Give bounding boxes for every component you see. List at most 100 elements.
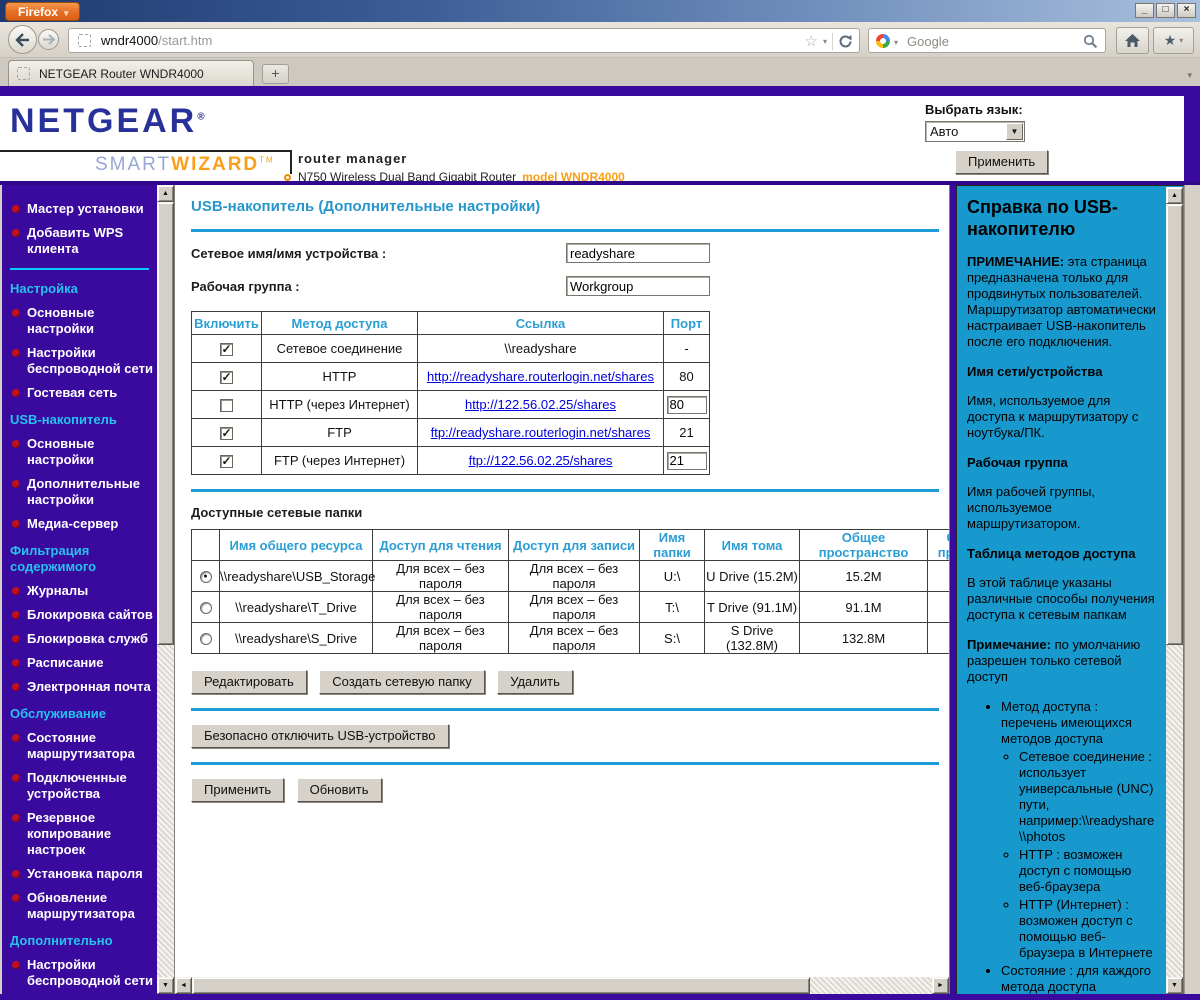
sidebar-item-attached-devices[interactable]: Подключенные устройства	[10, 770, 153, 802]
delete-button[interactable]: Удалить	[497, 670, 573, 694]
folder-radio[interactable]	[199, 602, 212, 615]
enable-checkbox[interactable]	[220, 399, 233, 413]
scrollbar-thumb[interactable]	[1166, 204, 1183, 645]
scrollbar-thumb[interactable]	[157, 202, 174, 645]
port-input[interactable]	[666, 395, 707, 414]
reload-icon[interactable]	[838, 34, 853, 49]
list-all-tabs-icon[interactable]: ▾	[1187, 70, 1192, 81]
col-folder-name: Имя папки	[639, 529, 705, 561]
scrollbar-track[interactable]	[157, 645, 174, 977]
sidebar-item-usb-advanced-settings[interactable]: Дополнительные настройки	[10, 476, 153, 508]
scrollbar-thumb[interactable]	[192, 977, 810, 994]
folder-radio[interactable]: ●	[199, 571, 212, 584]
sidebar-item-router-upgrade[interactable]: Обновление маршрутизатора	[10, 890, 153, 922]
minimize-button[interactable]: _	[1135, 3, 1154, 18]
scroll-right-button[interactable]: ►	[932, 977, 949, 994]
sidebar-item-schedule[interactable]: Расписание	[10, 655, 153, 671]
forward-button[interactable]	[38, 29, 59, 50]
port-input[interactable]	[666, 451, 707, 470]
bookmarks-star-icon: ★	[1163, 32, 1177, 48]
url-text[interactable]: wndr4000/start.htm	[101, 33, 212, 48]
back-button[interactable]	[8, 25, 37, 54]
home-button[interactable]	[1116, 27, 1149, 54]
sidebar-item-media-server[interactable]: Медиа-сервер	[10, 516, 153, 532]
scroll-down-button[interactable]: ▼	[1166, 977, 1183, 994]
folder-radio[interactable]	[199, 633, 212, 646]
folder-cell: S:\	[639, 622, 705, 654]
form-actions: Применить Обновить	[191, 778, 949, 802]
help-scrollbar[interactable]: ▲ ▼	[1166, 187, 1183, 994]
maximize-button[interactable]: □	[1156, 3, 1175, 18]
bookmark-star-icon[interactable]: ☆	[805, 32, 818, 50]
port-cell: 80	[663, 362, 710, 391]
scrollbar-track[interactable]	[1166, 645, 1183, 977]
edit-button[interactable]: Редактировать	[191, 670, 307, 694]
close-button[interactable]: ×	[1177, 3, 1196, 18]
enable-checkbox[interactable]: ✓	[220, 343, 233, 357]
search-bar[interactable]: ▾ Google	[868, 28, 1106, 53]
sidebar-item-email[interactable]: Электронная почта	[10, 679, 153, 695]
workgroup-input[interactable]	[566, 276, 710, 296]
sidebar-item-logs[interactable]: Журналы	[10, 583, 153, 599]
scroll-up-button[interactable]: ▲	[157, 185, 174, 202]
share-link[interactable]: http://122.56.02.25/shares	[465, 397, 616, 412]
sidebar-item-add-wps-client[interactable]: Добавить WPS клиента	[10, 225, 153, 257]
language-apply-button[interactable]: Применить	[955, 150, 1049, 174]
scrollbar-track[interactable]	[810, 977, 932, 994]
sidebar-item-usb-basic-settings[interactable]: Основные настройки	[10, 436, 153, 468]
sidebar-item-block-sites[interactable]: Блокировка сайтов	[10, 607, 153, 623]
method-cell: HTTP (через Интернет)	[261, 390, 418, 419]
sidebar-item-backup-settings[interactable]: Резервное копирование настроек	[10, 810, 153, 858]
share-cell: \\readyshare\USB_Storage	[219, 560, 375, 592]
red-bullet-icon	[12, 683, 20, 691]
help-text-access-table: В этой таблице указаны различные способы…	[967, 575, 1155, 622]
sidebar-item-guest-network[interactable]: Гостевая сеть	[10, 385, 153, 401]
red-bullet-icon	[12, 734, 20, 742]
sidebar-item-basic-settings[interactable]: Основные настройки	[10, 305, 153, 337]
device-name-input[interactable]	[566, 243, 710, 263]
share-link[interactable]: ftp://122.56.02.25/shares	[469, 453, 613, 468]
scroll-left-button[interactable]: ◄	[175, 977, 192, 994]
select-arrow-icon[interactable]: ▼	[1006, 123, 1023, 140]
search-icon[interactable]	[1083, 34, 1098, 49]
read-cell: Для всех – без пароля	[372, 622, 509, 654]
new-tab-button[interactable]: +	[262, 64, 289, 84]
tab-title: NETGEAR Router WNDR4000	[39, 67, 204, 81]
sidebar-scrollbar[interactable]: ▲ ▼	[157, 185, 174, 994]
scroll-up-button[interactable]: ▲	[1166, 187, 1183, 204]
logo-rule-horizontal	[0, 150, 292, 152]
create-folder-button[interactable]: Создать сетевую папку	[319, 670, 485, 694]
google-engine-icon[interactable]	[876, 34, 890, 48]
port-cell: 21	[663, 418, 710, 447]
url-dropdown-icon[interactable]: ▾	[823, 37, 827, 46]
share-link[interactable]: http://readyshare.routerlogin.net/shares	[427, 369, 654, 384]
sidebar-item-advanced-wireless-settings[interactable]: Настройки беспроводной сети	[10, 957, 153, 989]
help-sublist: Сетевое соединение : использует универса…	[1001, 749, 1156, 961]
red-bullet-icon	[12, 961, 20, 969]
share-path-text: \\readyshare	[504, 341, 577, 356]
enable-checkbox[interactable]: ✓	[220, 371, 233, 385]
language-select[interactable]: Авто ▼	[925, 121, 1025, 142]
tab-netgear-router[interactable]: NETGEAR Router WNDR4000	[8, 60, 254, 86]
url-bar[interactable]: wndr4000/start.htm ☆ ▾	[68, 28, 860, 53]
red-bullet-icon	[12, 814, 20, 822]
red-bullet-icon	[12, 309, 20, 317]
safe-remove-usb-button[interactable]: Безопасно отключить USB-устройство	[191, 724, 449, 748]
enable-checkbox[interactable]: ✓	[220, 455, 233, 469]
sidebar-item-router-status[interactable]: Состояние маршрутизатора	[10, 730, 153, 762]
access-methods-table: Включить Метод доступа Ссылка Порт ✓ Сет…	[191, 311, 710, 475]
enable-checkbox[interactable]: ✓	[220, 427, 233, 441]
search-engine-dropdown-icon[interactable]: ▾	[894, 38, 898, 47]
sidebar-item-block-services[interactable]: Блокировка служб	[10, 631, 153, 647]
sidebar-item-set-password[interactable]: Установка пароля	[10, 866, 153, 882]
refresh-button[interactable]: Обновить	[296, 778, 382, 802]
search-placeholder[interactable]: Google	[907, 34, 949, 49]
content-horizontal-scrollbar[interactable]: ◄ ►	[175, 977, 949, 994]
share-link[interactable]: ftp://readyshare.routerlogin.net/shares	[431, 425, 651, 440]
sidebar-item-setup-wizard[interactable]: Мастер установки	[10, 201, 153, 217]
firefox-menu-button[interactable]: Firefox ▾	[5, 2, 80, 21]
sidebar-item-wireless-settings[interactable]: Настройки беспроводной сети	[10, 345, 153, 377]
bookmarks-button[interactable]: ★ ▾	[1153, 27, 1194, 54]
apply-button[interactable]: Применить	[191, 778, 285, 802]
scroll-down-button[interactable]: ▼	[157, 977, 174, 994]
